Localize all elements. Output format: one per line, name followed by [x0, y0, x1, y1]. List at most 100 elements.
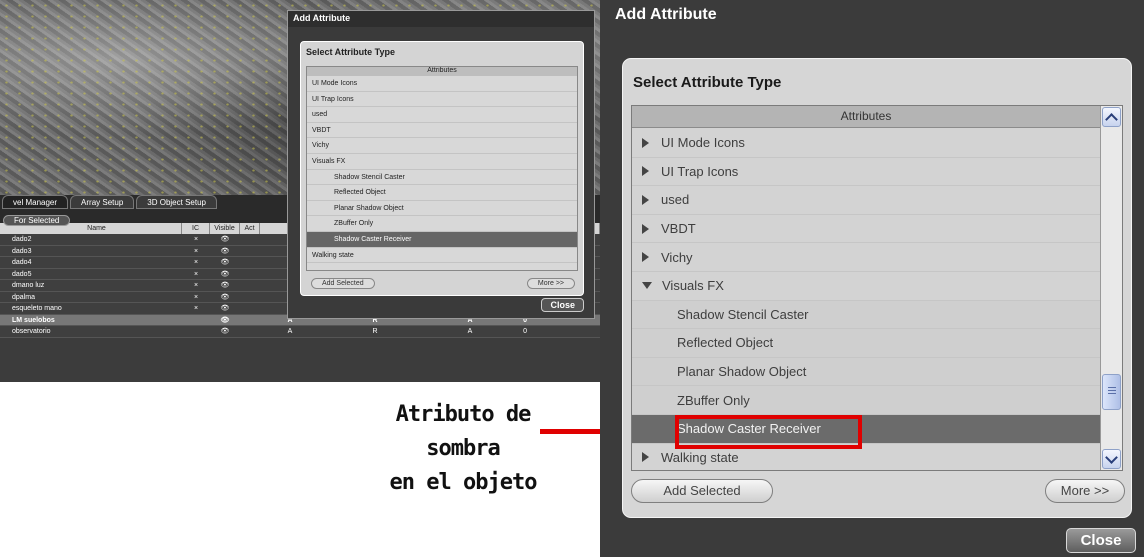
a2-cell: A — [467, 328, 473, 335]
object-name: dado5 — [12, 270, 32, 278]
collapsed-arrow-icon — [642, 452, 649, 463]
thumbnail-list-item[interactable]: Walking state — [307, 248, 577, 264]
visible-icon: 👁 — [220, 316, 230, 324]
section-title: Select Attribute Type — [633, 74, 782, 91]
list-item[interactable]: Shadow Stencil Caster — [632, 300, 1100, 330]
thumbnail-close-button[interactable]: Close — [541, 298, 584, 312]
thumbnail-list-item[interactable]: VBDT — [307, 123, 577, 139]
thumbnail-list-item[interactable]: Visuals FX — [307, 154, 577, 170]
visible-icon: 👁 — [220, 247, 230, 255]
table-row[interactable]: observatorio 👁 A R A 0 — [0, 326, 600, 338]
tab-3d-object-setup[interactable]: 3D Object Setup — [136, 195, 217, 209]
list-item-label: Planar Shadow Object — [677, 364, 807, 380]
thumbnail-list-item[interactable]: ZBuffer Only — [307, 216, 577, 232]
object-name: LM suelobos — [12, 316, 55, 324]
list-item-label: VBDT — [661, 221, 696, 237]
act-cell — [240, 234, 260, 245]
thumbnail-list-item[interactable]: Shadow Caster Receiver — [307, 231, 577, 248]
collapsed-arrow-icon — [642, 166, 649, 177]
collapsed-arrow-icon — [642, 194, 649, 205]
more-button[interactable]: More >> — [1045, 479, 1125, 503]
visible-icon: 👁 — [220, 236, 230, 243]
ic-cell: × — [193, 293, 199, 301]
annotation-caption: Atributo de sombra en el objeto — [378, 398, 548, 500]
act-cell — [240, 280, 260, 291]
list-item-label: Reflected Object — [677, 335, 774, 351]
thumbnail-add-attribute-dialog: Add Attribute Select Attribute Type Attr… — [287, 10, 595, 319]
thumbnail-more-button[interactable]: More >> — [526, 278, 575, 289]
visible-icon: 👁 — [220, 282, 230, 289]
scroll-thumb[interactable] — [1102, 374, 1121, 410]
list-item[interactable]: ZBuffer Only — [632, 386, 1100, 415]
list-item-label: Visuals FX — [662, 278, 724, 294]
scroll-down-icon[interactable] — [1102, 449, 1121, 469]
add-attribute-dialog: Add Attribute Select Attribute Type Attr… — [600, 0, 1144, 557]
tab-array-setup[interactable]: Array Setup — [70, 195, 135, 209]
ic-cell: × — [193, 282, 199, 289]
list-item[interactable]: used — [632, 186, 1100, 215]
column-act: Act — [240, 223, 260, 234]
thumbnail-list-item[interactable]: Shadow Stencil Caster — [307, 170, 577, 186]
thumbnail-add-selected-button[interactable]: Add Selected — [311, 278, 375, 289]
act-cell — [240, 315, 260, 326]
ic-cell: × — [193, 270, 199, 278]
list-item-label: UI Mode Icons — [661, 135, 745, 151]
vertical-scrollbar[interactable] — [1100, 106, 1122, 470]
list-item[interactable]: Reflected Object — [632, 329, 1100, 358]
thumbnail-dialog-title: Add Attribute — [288, 11, 594, 27]
ic-cell: × — [193, 305, 199, 312]
list-header: Attributes — [632, 106, 1100, 128]
ic-cell — [182, 315, 210, 326]
ic-cell — [182, 326, 210, 337]
visible-icon: 👁 — [220, 259, 230, 266]
list-item[interactable]: Planar Shadow Object — [632, 357, 1100, 387]
column-visible: Visible — [210, 223, 240, 234]
list-item[interactable]: UI Mode Icons — [632, 129, 1100, 158]
z-cell: 0 — [523, 328, 527, 335]
act-cell — [240, 257, 260, 268]
thumbnail-section-title: Select Attribute Type — [306, 47, 396, 57]
act-cell — [240, 303, 260, 314]
visible-icon: 👁 — [220, 328, 230, 335]
tab-level-manager[interactable]: vel Manager — [2, 195, 69, 209]
thumbnail-list-item[interactable]: Planar Shadow Object — [307, 201, 577, 217]
r-cell: R — [372, 328, 378, 335]
thumbnail-screenshot: vel Manager Array Setup 3D Object Setup … — [0, 0, 600, 382]
dialog-title: Add Attribute — [615, 6, 717, 23]
act-cell — [240, 326, 260, 337]
object-name: dado3 — [12, 247, 32, 255]
object-name: dmano luz — [12, 282, 45, 289]
thumbnail-list-item[interactable]: Reflected Object — [307, 185, 577, 201]
act-cell — [240, 269, 260, 280]
list-item[interactable]: Visuals FX — [632, 272, 1100, 301]
visible-icon: 👁 — [220, 293, 230, 301]
list-item[interactable]: UI Trap Icons — [632, 158, 1100, 187]
ic-cell: × — [193, 247, 199, 255]
collapsed-arrow-icon — [642, 252, 649, 263]
close-button[interactable]: Close — [1066, 528, 1136, 553]
thumbnail-list-item[interactable]: UI Trap Icons — [307, 92, 577, 108]
list-item[interactable]: Vichy — [632, 243, 1100, 272]
ic-cell: × — [193, 236, 199, 243]
object-name: observatorio — [12, 328, 51, 335]
list-item-label: Vichy — [661, 249, 693, 265]
add-selected-button[interactable]: Add Selected — [631, 479, 773, 503]
object-name: esqueleto mano — [12, 305, 62, 312]
object-name: dado2 — [12, 236, 32, 243]
caption-line-1: Atributo de sombra — [395, 402, 532, 461]
a-cell: A — [287, 328, 293, 335]
column-name: Name — [0, 223, 182, 234]
thumbnail-list-item[interactable]: Vichy — [307, 138, 577, 154]
visible-icon: 👁 — [220, 305, 230, 312]
thumbnail-list-item[interactable]: UI Mode Icons — [307, 76, 577, 92]
annotation-highlight-box — [675, 415, 862, 449]
object-name: dpalma — [12, 293, 35, 301]
thumbnail-list-item[interactable]: used — [307, 107, 577, 123]
list-item-label: Shadow Stencil Caster — [677, 306, 809, 322]
list-item[interactable]: VBDT — [632, 215, 1100, 244]
scroll-up-icon[interactable] — [1102, 107, 1121, 127]
collapsed-arrow-icon — [642, 137, 649, 148]
list-item-label: used — [661, 192, 690, 208]
expanded-arrow-icon — [642, 282, 652, 290]
list-item-label: ZBuffer Only — [677, 392, 750, 408]
